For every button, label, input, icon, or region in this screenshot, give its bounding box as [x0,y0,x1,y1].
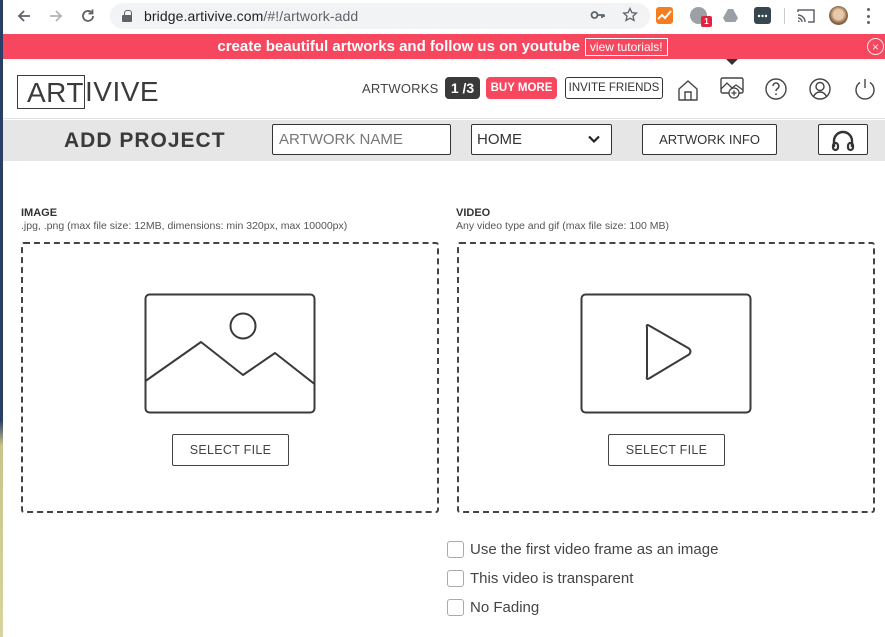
active-nav-indicator [726,59,738,65]
reload-button[interactable] [76,4,100,28]
page-title: ADD PROJECT [64,129,226,152]
analytics-extension-icon[interactable] [656,7,673,24]
close-icon[interactable]: × [867,38,884,55]
browser-toolbar: bridge.artivive.com/#!/artwork-add 1 [0,0,885,33]
profile-avatar[interactable] [829,6,848,25]
invite-friends-button[interactable]: INVITE FRIENDS [565,77,663,99]
key-icon[interactable] [590,7,606,23]
lock-icon [122,10,132,22]
drive-extension-icon[interactable] [722,7,739,24]
back-button[interactable] [12,4,36,28]
option-label: No Fading [470,599,540,616]
app-header: ART IVIVE ARTWORKS 1 /3 BUY MORE INVITE F… [0,59,885,119]
extension-badge: 1 [701,16,712,27]
select-video-file-button[interactable]: SELECT FILE [608,434,725,466]
video-placeholder-icon [580,293,752,414]
select-image-file-button[interactable]: SELECT FILE [172,434,289,466]
view-tutorials-button[interactable]: view tutorials! [584,37,668,56]
video-section-title: VIDEO [456,207,491,219]
artworks-count-badge: 1 /3 [445,77,480,99]
option-first-frame[interactable]: Use the first video frame as an image [447,541,718,558]
first-frame-checkbox[interactable] [447,541,464,558]
power-icon[interactable] [852,76,878,102]
add-artwork-icon[interactable] [719,74,745,100]
image-section-title: IMAGE [21,207,58,219]
category-selected-value: HOME [477,131,522,148]
background-window-edge [0,0,3,637]
banner-text: create beautiful artworks and follow us … [217,38,580,55]
option-no-fading[interactable]: No Fading [447,599,539,616]
forward-button[interactable] [44,4,68,28]
reload-icon [82,9,94,22]
headphones-icon [831,130,855,151]
toolbar-separator [784,8,785,24]
artivive-logo[interactable]: ART IVIVE [17,75,159,109]
account-icon[interactable] [807,76,833,102]
cast-icon[interactable] [797,8,815,24]
help-icon[interactable] [763,76,789,102]
promo-banner: create beautiful artworks and follow us … [0,34,885,59]
no-fading-checkbox[interactable] [447,599,464,616]
project-toolbar: ADD PROJECT HOME ARTWORK INFO [3,120,885,161]
option-transparent[interactable]: This video is transparent [447,570,633,587]
back-arrow-icon [17,10,30,22]
chevron-down-icon [588,135,600,144]
transparent-checkbox[interactable] [447,570,464,587]
home-icon[interactable] [675,77,701,103]
category-select[interactable]: HOME [471,124,612,155]
logo-text: IVIVE [85,76,160,107]
buy-more-button[interactable]: BUY MORE [486,77,557,99]
forward-arrow-icon [50,10,63,22]
url-text: bridge.artivive.com/#!/artwork-add [144,8,359,24]
image-dropzone[interactable]: SELECT FILE [21,242,439,513]
logo-boxed-text: ART [17,75,85,109]
option-label: This video is transparent [470,570,634,587]
image-placeholder-icon [144,293,316,414]
image-section-description: .jpg, .png (max file size: 12MB, dimensi… [21,220,348,232]
video-dropzone[interactable]: SELECT FILE [457,242,875,513]
toolbar-extension-icon[interactable] [754,7,771,24]
option-label: Use the first video frame as an image [470,541,719,558]
artworks-label: ARTWORKS [362,81,439,96]
bookmark-star-icon[interactable] [622,7,638,23]
artwork-name-input[interactable] [272,124,451,155]
video-section-description: Any video type and gif (max file size: 1… [456,220,670,232]
artwork-info-button[interactable]: ARTWORK INFO [642,124,777,155]
browser-menu-icon[interactable] [866,8,870,24]
address-bar[interactable]: bridge.artivive.com/#!/artwork-add [110,3,650,29]
support-button[interactable] [818,124,868,155]
